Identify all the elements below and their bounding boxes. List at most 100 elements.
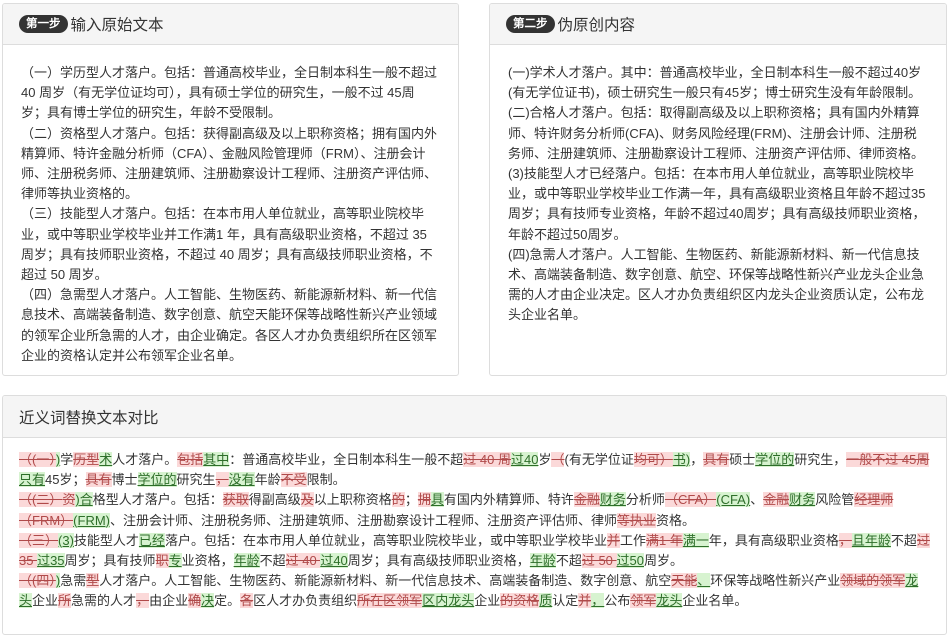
deleted-text: 资格 <box>513 593 540 609</box>
rewritten-paragraph-1: (一)学术人才落户。其中：普通高校毕业，全日制本科生一般不超过40岁(有无学位证… <box>508 65 922 101</box>
deleted-text: 过 40 <box>285 553 321 569</box>
unchanged-text: 分析师 <box>625 492 665 508</box>
inserted-text: 学位的 <box>137 472 177 488</box>
original-text-panel: 第一步 输入原始文本 （一）学历型人才落户。包括：普通高校毕业，全日制本科生一般… <box>2 3 459 376</box>
unchanged-text: 急需 <box>60 573 87 589</box>
deleted-text: 具有 <box>85 472 112 488</box>
unchanged-text: 业资格， <box>181 553 234 569</box>
inserted-text: 财务 <box>789 492 816 508</box>
deleted-text: 确 <box>188 593 202 609</box>
deleted-text: 具有 <box>703 452 730 467</box>
deleted-text: （(二） <box>19 492 63 508</box>
original-paragraph-1: （一）学历型人才落户。包括：普通高校毕业，全日制本科生一般不超过 40 周岁（有… <box>21 65 438 121</box>
deleted-text: 及 <box>300 492 314 508</box>
unchanged-text: 人才落户。人工智能、生物医药、新能源新材料、新一代信息技术、高端装备制造、数字创… <box>99 573 672 589</box>
diff-panel-title: 近义词替换文本对比 <box>19 409 159 427</box>
unchanged-text: 人才落户。包括： <box>118 492 223 508</box>
deleted-text: ， <box>136 593 150 609</box>
unchanged-text: 企业 <box>32 593 59 609</box>
inserted-text: 专 <box>168 553 182 569</box>
rewritten-paragraph-3: (3)技能型人才已经落户。包括：在本市用人单位就业，高等职业院校毕业，或中等职业… <box>508 166 926 242</box>
diff-paragraph-4: （(四）)急需型人才落户。人工智能、生物医药、新能源新材料、新一代信息技术、高端… <box>19 571 930 611</box>
original-paragraph-4: （四）急需型人才落户。人工智能、生物医药、新能源新材料、新一代信息技术、高端装备… <box>21 287 438 363</box>
diff-text-body[interactable]: （(一）)学历型术人才落户。包括其中：普通高校毕业，全日制本科生一般不超过 40… <box>3 438 946 612</box>
deleted-text: 满1 年 <box>645 532 683 548</box>
deleted-text: ， <box>215 472 229 488</box>
unchanged-text: 环保等战略性新兴产业 <box>710 573 841 589</box>
deleted-text: 历型 <box>73 452 100 467</box>
unchanged-text: 以上职称资格 <box>313 492 392 508</box>
unchanged-text: 学 <box>60 452 74 467</box>
deleted-text: 过 50 <box>581 553 617 569</box>
unchanged-text: 不超 <box>259 553 286 569</box>
inserted-text: 只有 <box>19 472 46 488</box>
deleted-text: 并 <box>606 532 620 548</box>
unchanged-text: 急需的人才 <box>71 593 137 609</box>
inserted-text: 没有 <box>228 472 255 488</box>
inserted-text: (FRM) <box>73 512 110 528</box>
diff-paragraph-1: （(一）)学历型术人才落户。包括其中：普通高校毕业，全日制本科生一般不超过 40… <box>19 450 930 490</box>
unchanged-text: 研究生， <box>794 452 847 467</box>
rewritten-text-body[interactable]: (一)学术人才落户。其中：普通高校毕业，全日制本科生一般不超过40岁(有无学位证… <box>490 45 946 326</box>
deleted-text: 金融 <box>763 492 790 508</box>
deleted-text: 包括 <box>177 452 204 467</box>
inserted-text: 过40 <box>510 452 539 467</box>
unchanged-text: 公布 <box>604 593 631 609</box>
unchanged-text: 博士 <box>111 472 138 488</box>
deleted-text: 等执业 <box>617 512 657 528</box>
original-text-body[interactable]: （一）学历型人才落户。包括：普通高校毕业，全日制本科生一般不超过 40 周岁（有… <box>3 45 458 366</box>
unchanged-text: 资格。 <box>656 512 696 528</box>
unchanged-text: 风险管 <box>815 492 855 508</box>
unchanged-text: 企业 <box>474 593 501 609</box>
step-one-badge: 第一步 <box>19 15 68 33</box>
inserted-text: 区内龙头 <box>422 593 475 609</box>
rewritten-paragraph-2: (二)合格人才落户。包括：取得副高级及以上职称资格；具有国内外精算师、特许财务分… <box>508 105 925 161</box>
inserted-text: ， <box>591 593 605 609</box>
inserted-text: 、 <box>697 573 711 589</box>
unchanged-text: 人才落户。 <box>112 452 178 467</box>
inserted-text: 合 <box>79 492 93 508</box>
deleted-text: 领军 <box>630 593 657 609</box>
deleted-text: 各 <box>240 593 254 609</box>
deleted-text: 的 <box>500 593 514 609</box>
unchanged-text: 落户。包括：在本市用人单位就业，高等职业院校毕业，或中等职业学校毕业 <box>164 532 607 548</box>
inserted-text: 决 <box>201 593 215 609</box>
unchanged-text: 企业名单。 <box>682 593 748 609</box>
deleted-text: 所在区领军 <box>357 593 423 609</box>
unchanged-text: 、注册会计师、注册税务师、注册建筑师、注册勘察设计工程师、注册资产评估师、律师 <box>110 512 618 528</box>
original-paragraph-3: （三）技能型人才落户。包括：在本市用人单位就业，高等职业院校毕业，或中等职业学校… <box>21 206 433 283</box>
unchanged-text: 年龄 <box>254 472 281 488</box>
unchanged-text: ：普通高校毕业，全日制本科生一般不超 <box>229 452 464 467</box>
deleted-text: 金融 <box>573 492 600 508</box>
inserted-text: 过35 <box>37 553 65 569</box>
unchanged-text: 有国内外精算师、特许 <box>443 492 574 508</box>
unchanged-text: 周岁；具有高级技师职业资格， <box>347 553 530 569</box>
unchanged-text: 研究生 <box>176 472 216 488</box>
rewritten-panel-heading: 第二步 伪原创内容 <box>490 4 946 45</box>
deleted-text: （ <box>551 452 565 467</box>
inserted-text: 过50 <box>616 553 644 569</box>
deleted-text: 一般不过 45周 <box>846 452 930 467</box>
unchanged-text: 技能型人才 <box>73 532 139 548</box>
inserted-text: (3) <box>58 532 74 548</box>
unchanged-text: 定。 <box>214 593 241 609</box>
unchanged-text: 岁； <box>59 472 86 488</box>
inserted-text: 年龄 <box>233 553 260 569</box>
unchanged-text: 45 <box>45 472 60 488</box>
deleted-text: ， <box>838 532 852 548</box>
inserted-text: 年龄 <box>529 553 556 569</box>
unchanged-text: 周岁；具有技师 <box>64 553 156 569</box>
deleted-text: 职 <box>155 553 169 569</box>
deleted-text: 并 <box>578 593 592 609</box>
diff-comparison-panel: 近义词替换文本对比 （(一）)学历型术人才落户。包括其中：普通高校毕业，全日制本… <box>2 395 947 635</box>
diff-paragraph-3: （三）(3)技能型人才已经落户。包括：在本市用人单位就业，高等职业院校毕业，或中… <box>19 531 930 571</box>
inserted-text: 龙头 <box>656 593 683 609</box>
diff-paragraph-2: （(二）资)合格型人才落户。包括：获取得副高级及以上职称资格的；拥具有国内外精算… <box>19 490 930 530</box>
original-paragraph-2: （二）资格型人才落户。包括：获得副高级及以上职称资格；拥有国内外精算师、特许金融… <box>21 125 438 202</box>
deleted-text: 不受 <box>280 472 307 488</box>
unchanged-text: 年，具有高级职业资格 <box>708 532 839 548</box>
unchanged-text: 不超 <box>890 532 917 548</box>
inserted-text: 满一 <box>682 532 709 548</box>
inserted-text: (CFA) <box>716 492 751 508</box>
unchanged-text: 得副高级 <box>248 492 301 508</box>
